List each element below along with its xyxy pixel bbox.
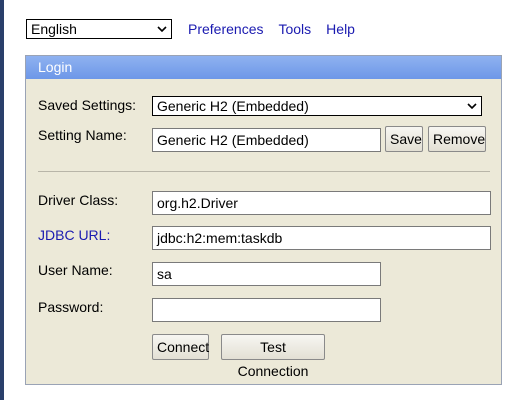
language-select-value: English: [31, 21, 77, 37]
saved-settings-select[interactable]: Generic H2 (Embedded): [152, 96, 482, 116]
jdbc-url-input[interactable]: jdbc:h2:mem:taskdb: [152, 226, 491, 250]
remove-button[interactable]: Remove: [428, 126, 486, 152]
login-panel: Login Saved Settings: Generic H2 (Embedd…: [25, 55, 502, 385]
tools-link[interactable]: Tools: [278, 21, 311, 37]
window-edge: [0, 0, 4, 400]
driver-class-input[interactable]: org.h2.Driver: [152, 191, 491, 215]
jdbc-url-label[interactable]: JDBC URL:: [38, 227, 110, 243]
user-name-input[interactable]: sa: [152, 262, 381, 286]
user-name-label: User Name:: [38, 262, 113, 278]
preferences-link[interactable]: Preferences: [188, 21, 263, 37]
help-link[interactable]: Help: [326, 21, 355, 37]
login-panel-title: Login: [26, 56, 501, 79]
saved-settings-label: Saved Settings:: [38, 97, 137, 113]
section-divider: [38, 171, 490, 172]
setting-name-input[interactable]: Generic H2 (Embedded): [152, 128, 381, 152]
save-button[interactable]: Save: [385, 126, 423, 152]
password-input[interactable]: [152, 298, 381, 322]
setting-name-label: Setting Name:: [38, 127, 127, 143]
top-toolbar: English Preferences Tools Help: [26, 18, 355, 40]
language-select[interactable]: English: [26, 19, 172, 39]
driver-class-label: Driver Class:: [38, 192, 119, 208]
password-label: Password:: [38, 299, 104, 315]
connect-button[interactable]: Connect: [152, 334, 209, 360]
saved-settings-value: Generic H2 (Embedded): [157, 98, 309, 114]
test-connection-button[interactable]: Test Connection: [221, 334, 325, 379]
chevron-down-icon: [157, 26, 167, 33]
chevron-down-icon: [467, 103, 477, 110]
